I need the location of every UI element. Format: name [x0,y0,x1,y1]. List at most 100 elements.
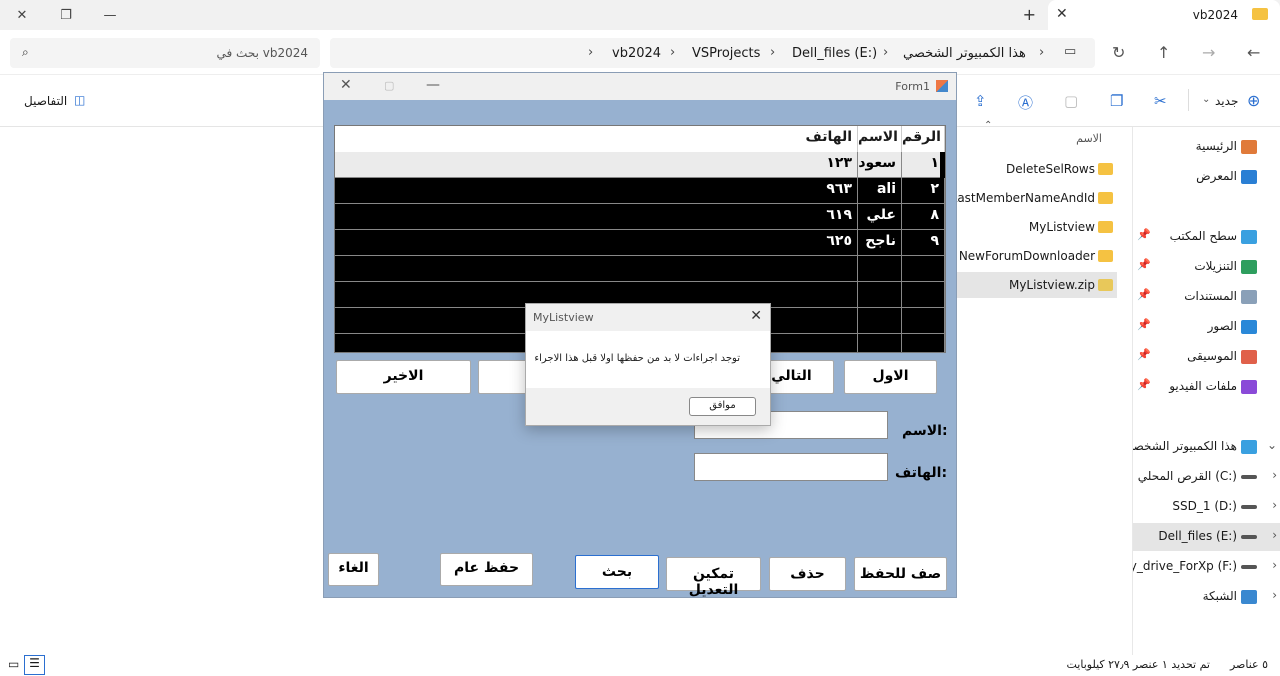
explorer-title-bar: ✕ ❐ — + ✕ vb2024 [0,0,1280,30]
details-button[interactable]: التفاصيل [24,94,67,108]
table-cell [858,308,902,334]
desktop-icon [1241,230,1257,244]
restore-icon[interactable]: ❐ [44,0,88,30]
last-button[interactable]: الاخير [336,360,471,394]
breadcrumb-dell-files[interactable]: Dell_files (E:) [792,46,877,61]
minimize-icon[interactable]: — [426,77,440,93]
breadcrumb-this-pc[interactable]: هذا الكمبيوتر الشخصي [903,46,1026,61]
chevron-down-icon[interactable]: ⌄ [1267,438,1277,452]
pin-icon[interactable]: 📌 [1137,378,1151,391]
pin-icon[interactable]: 📌 [1137,258,1151,271]
share-icon[interactable]: ⇪ [974,92,987,110]
chevron-down-icon: ⌄ [1202,94,1211,105]
chevron-right-icon: › [883,45,889,60]
selection-info: تم تحديد ١ عنصر ٢٧٫٩ كيلوبايت [1066,658,1210,671]
minimize-icon[interactable]: — [88,0,132,30]
table-cell [902,334,945,352]
sidebar-item[interactable]: الشبكة › [1133,583,1280,611]
first-button[interactable]: الاول [844,360,937,394]
sidebar-item-label: الموسيقى [1187,349,1237,363]
save-all-button[interactable]: حفظ عام [440,553,533,586]
delete-button[interactable]: حذف [769,557,846,591]
list-item[interactable]: MyListview [957,214,1117,240]
sidebar-item[interactable]: المعرض [1133,163,1280,191]
video-icon [1241,380,1257,394]
tab-label: vb2024 [1192,8,1238,22]
forward-arrow-icon[interactable]: → [1202,43,1215,62]
refresh-icon[interactable]: ↻ [1112,43,1125,62]
list-item[interactable]: DeleteSelRows [957,156,1117,182]
save-row-button[interactable]: صف للحفظ [854,557,947,591]
sidebar-item-label: Dell_files (E:) [1158,529,1237,543]
close-icon[interactable]: ✕ [750,308,762,324]
sidebar-item[interactable]: القرص المحلي (C:) › [1133,463,1280,491]
rename-icon[interactable]: Ⓐ [1018,92,1033,113]
new-button[interactable]: جديد [1215,94,1238,108]
table-cell [902,256,945,282]
sidebar-item[interactable]: الموسيقى 📌 [1133,343,1280,371]
pin-icon[interactable]: 📌 [1137,288,1151,301]
enable-edit-button[interactable]: تمكين التعديل [666,557,761,598]
pin-icon[interactable]: 📌 [1137,228,1151,241]
cancel-button[interactable]: الغاء [328,553,379,586]
sidebar-item[interactable]: هذا الكمبيوتر الشخصي ⌄ [1133,433,1280,461]
details-view-icon[interactable]: ☰ [24,655,45,675]
sidebar-item[interactable]: المستندات 📌 [1133,283,1280,311]
tab-vb2024[interactable]: ✕ vb2024 [1048,0,1280,30]
folder-icon [1252,8,1268,20]
new-tab-button[interactable]: + [1023,5,1036,24]
pin-icon[interactable]: 📌 [1137,348,1151,361]
sidebar-item[interactable]: My_drive_ForXp (F:) › [1133,553,1280,581]
sidebar-item[interactable]: Dell_files (E:) › [1133,523,1280,551]
phone-label: الهاتف: [895,465,948,481]
search-button[interactable]: بحث [575,555,659,589]
table-cell [858,334,902,352]
sidebar-item-label: ملفات الفيديو [1169,379,1237,393]
list-item-selected[interactable]: MyListview.zip [957,272,1117,298]
details-pane-icon[interactable]: ◫ [74,93,85,107]
breadcrumb-vsprojects[interactable]: VSProjects [692,46,760,61]
table-cell: علي [858,204,902,230]
maximize-icon[interactable]: ▢ [384,79,394,92]
column-header-number[interactable]: الرقم [902,126,945,152]
list-item[interactable]: LastMemberNameAndId [951,185,1117,211]
tiles-view-icon[interactable]: ▭ [8,657,19,671]
sidebar-item[interactable]: الصور 📌 [1133,313,1280,341]
back-arrow-icon[interactable]: ← [1247,43,1260,62]
column-header-name[interactable]: الاسم [1076,132,1102,145]
search-input[interactable]: ⌕ بحث في vb2024 [10,38,320,68]
sidebar-item-label: المعرض [1196,169,1237,183]
chevron-right-icon[interactable]: › [1272,468,1277,482]
sidebar-item[interactable]: SSD_1 (D:) › [1133,493,1280,521]
ok-button[interactable]: موافق [689,397,756,416]
chevron-right-icon[interactable]: › [1272,588,1277,602]
close-icon[interactable]: ✕ [0,0,44,30]
sidebar-item[interactable]: الرئيسية [1133,133,1280,161]
paste-icon[interactable]: ▢ [1064,92,1078,110]
chevron-right-icon[interactable]: › [1272,528,1277,542]
search-icon: ⌕ [22,45,29,59]
previous-button[interactable] [478,360,528,394]
cut-icon[interactable]: ✂ [1154,92,1167,110]
phone-field[interactable] [694,453,888,481]
copy-icon[interactable]: ❐ [1110,92,1123,110]
tab-close-icon[interactable]: ✕ [1056,6,1068,22]
address-bar[interactable]: › vb2024 › VSProjects › Dell_files (E:) … [330,38,1095,68]
column-header-name[interactable]: الاسم [858,126,902,152]
table-cell: ٦١٩ [335,204,858,230]
sidebar-item[interactable]: التنزيلات 📌 [1133,253,1280,281]
table-cell: ناجح [858,230,902,256]
column-header-phone[interactable]: الهاتف [335,126,858,152]
sidebar-item[interactable]: سطح المكتب 📌 [1133,223,1280,251]
chevron-right-icon[interactable]: › [1272,498,1277,512]
breadcrumb-vb2024[interactable]: vb2024 [612,46,661,61]
close-icon[interactable]: ✕ [340,77,352,93]
sidebar-item[interactable]: ملفات الفيديو 📌 [1133,373,1280,401]
up-arrow-icon[interactable]: ↑ [1157,43,1170,62]
table-cell: ٢ [902,178,945,204]
chevron-right-icon: › [588,45,594,60]
chevron-right-icon[interactable]: › [1272,558,1277,572]
sidebar-item-label: التنزيلات [1194,259,1237,273]
pin-icon[interactable]: 📌 [1137,318,1151,331]
list-item[interactable]: NewForumDownloader [957,243,1117,269]
